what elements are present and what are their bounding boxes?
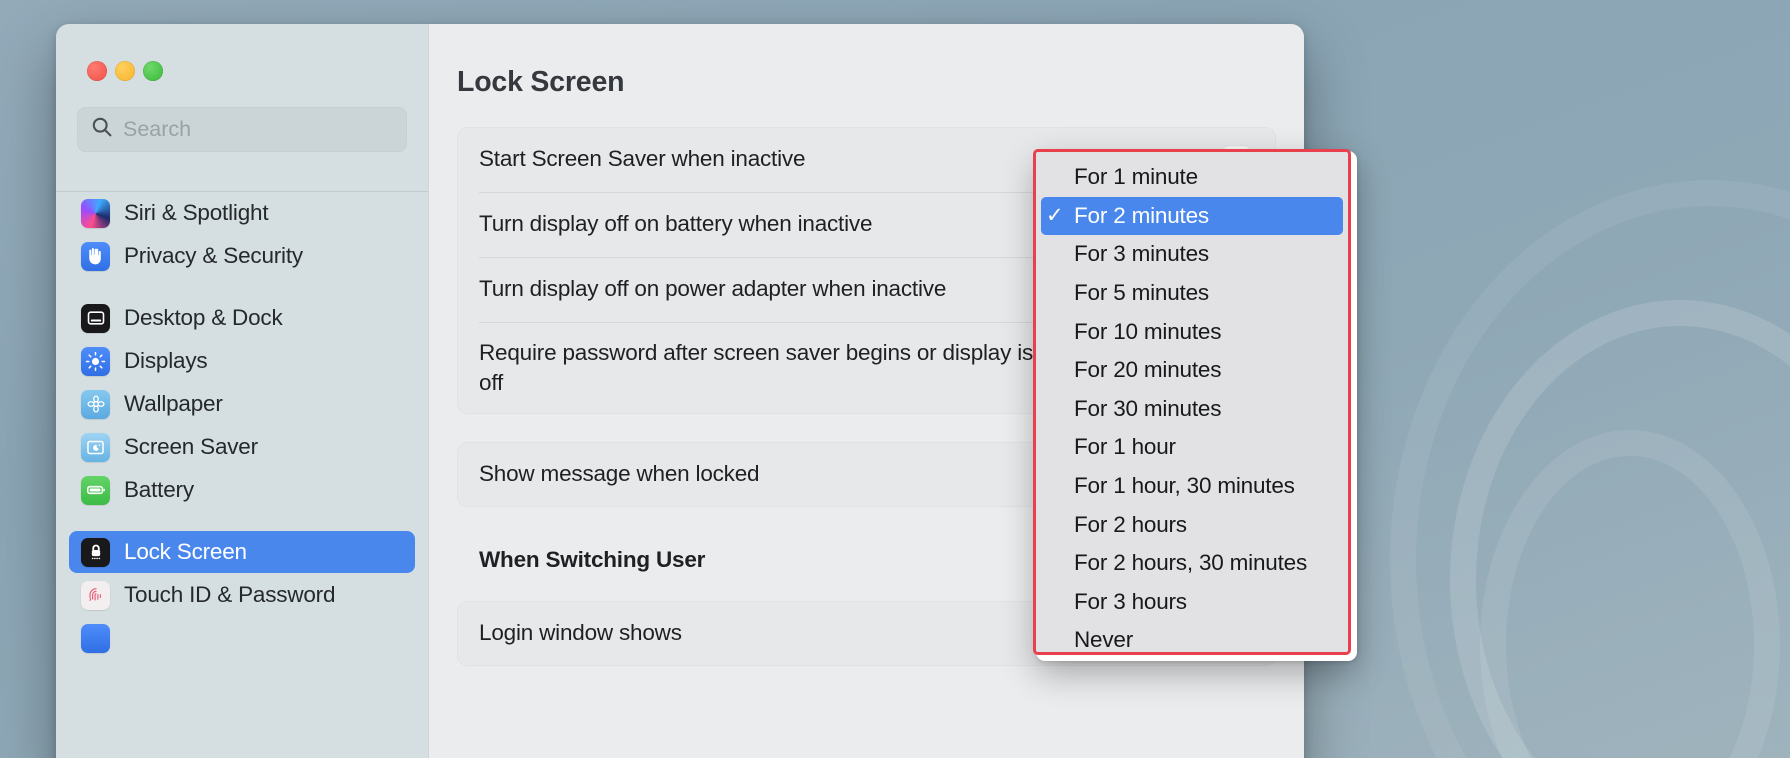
sidebar-item-list: Siri & Spotlight Privacy & Security Desk…	[56, 192, 428, 758]
wallpaper-icon	[81, 389, 110, 419]
menu-item-label: For 1 hour, 30 minutes	[1074, 473, 1295, 499]
minimize-window-button[interactable]	[115, 61, 135, 81]
screen-saver-icon	[81, 432, 110, 462]
privacy-hand-icon	[81, 241, 110, 271]
menu-item-for-2-hours-30-minutes[interactable]: For 2 hours, 30 minutes	[1036, 544, 1348, 583]
menu-item-label: For 2 hours	[1074, 511, 1187, 537]
row-label: Turn display off on power adapter when i…	[479, 276, 947, 302]
menu-item-label: For 3 hours	[1074, 588, 1187, 614]
checkmark-icon: ✓	[1046, 204, 1064, 228]
page-title: Lock Screen	[457, 66, 625, 98]
sidebar-item-partial-next[interactable]	[69, 617, 415, 659]
row-label: Start Screen Saver when inactive	[479, 146, 806, 172]
row-label: Show message when locked	[479, 461, 760, 487]
window-traffic-lights	[56, 24, 428, 81]
menu-item-for-1-minute[interactable]: For 1 minute	[1036, 158, 1348, 197]
menu-item-for-20-minutes[interactable]: For 20 minutes	[1036, 351, 1348, 390]
menu-item-label: For 5 minutes	[1074, 280, 1209, 306]
lock-icon	[81, 537, 110, 567]
menu-item-for-5-minutes[interactable]: For 5 minutes	[1036, 274, 1348, 313]
sidebar-item-label: Battery	[124, 477, 194, 502]
menu-item-label: For 1 hour	[1074, 434, 1176, 460]
screen-saver-delay-dropdown: For 1 minute ✓ For 2 minutes For 3 minut…	[1033, 149, 1357, 661]
menu-item-label: For 30 minutes	[1074, 395, 1222, 421]
dropdown-annotation-highlight: For 1 minute ✓ For 2 minutes For 3 minut…	[1033, 149, 1351, 655]
sidebar-item-siri-and-spotlight[interactable]: Siri & Spotlight	[69, 192, 415, 234]
wallpaper-swirl-decoration	[1390, 180, 1790, 758]
search-box[interactable]	[77, 107, 407, 152]
menu-item-label: For 3 minutes	[1074, 241, 1209, 267]
sidebar-item-touch-id-and-password[interactable]: Touch ID & Password	[69, 574, 415, 616]
menu-item-for-2-hours[interactable]: For 2 hours	[1036, 505, 1348, 544]
menu-item-label: For 2 hours, 30 minutes	[1074, 550, 1308, 576]
fingerprint-icon	[81, 580, 110, 610]
sidebar-item-label: Lock Screen	[124, 539, 247, 564]
wallpaper-swirl-decoration	[1480, 430, 1780, 758]
battery-icon	[81, 475, 110, 505]
sidebar-item-label: Siri & Spotlight	[124, 200, 269, 225]
close-window-button[interactable]	[87, 61, 107, 81]
menu-item-never[interactable]: Never	[1036, 621, 1348, 653]
menu-item-for-3-minutes[interactable]: For 3 minutes	[1036, 235, 1348, 274]
sidebar-item-label: Touch ID & Password	[124, 582, 336, 607]
desktop-dock-icon	[81, 303, 110, 333]
sidebar-item-label: Screen Saver	[124, 434, 258, 459]
row-label: Login window shows	[479, 620, 682, 646]
desktop-background: Siri & Spotlight Privacy & Security	[0, 0, 1790, 758]
sidebar-item-lock-screen[interactable]: Lock Screen	[69, 531, 415, 573]
sidebar-item-privacy-and-security[interactable]: Privacy & Security	[69, 235, 415, 277]
sidebar-item-label: Privacy & Security	[124, 243, 303, 268]
menu-item-for-2-minutes[interactable]: ✓ For 2 minutes	[1041, 196, 1343, 236]
sidebar-item-battery[interactable]: Battery	[69, 469, 415, 511]
displays-icon	[81, 346, 110, 376]
sidebar-item-desktop-and-dock[interactable]: Desktop & Dock	[69, 297, 415, 339]
menu-item-label: Never	[1074, 627, 1134, 653]
menu-item-for-1-hour[interactable]: For 1 hour	[1036, 428, 1348, 467]
menu-item-label: For 1 minute	[1074, 164, 1198, 190]
row-label: Turn display off on battery when inactiv…	[479, 211, 873, 237]
menu-item-label: For 20 minutes	[1074, 357, 1222, 383]
zoom-window-button[interactable]	[143, 61, 163, 81]
siri-icon	[81, 198, 110, 228]
sidebar-item-wallpaper[interactable]: Wallpaper	[69, 383, 415, 425]
sidebar-item-displays[interactable]: Displays	[69, 340, 415, 382]
search-icon	[91, 116, 113, 143]
menu-item-for-1-hour-30-minutes[interactable]: For 1 hour, 30 minutes	[1036, 467, 1348, 506]
menu-item-label: For 2 minutes	[1074, 202, 1209, 228]
sidebar-item-label: Wallpaper	[124, 391, 223, 416]
wallpaper-swirl-decoration	[1450, 300, 1790, 758]
menu-item-for-3-hours[interactable]: For 3 hours	[1036, 583, 1348, 622]
search-input[interactable]	[123, 117, 393, 142]
menu-item-label: For 10 minutes	[1074, 318, 1222, 344]
sidebar-item-label: Desktop & Dock	[124, 305, 283, 330]
menu-item-for-10-minutes[interactable]: For 10 minutes	[1036, 312, 1348, 351]
sidebar-item-screen-saver[interactable]: Screen Saver	[69, 426, 415, 468]
settings-app-icon	[81, 623, 110, 653]
row-label: Require password after screen saver begi…	[479, 339, 1102, 395]
sidebar-item-label: Displays	[124, 348, 208, 373]
sidebar: Siri & Spotlight Privacy & Security	[56, 24, 428, 758]
menu-item-for-30-minutes[interactable]: For 30 minutes	[1036, 390, 1348, 429]
